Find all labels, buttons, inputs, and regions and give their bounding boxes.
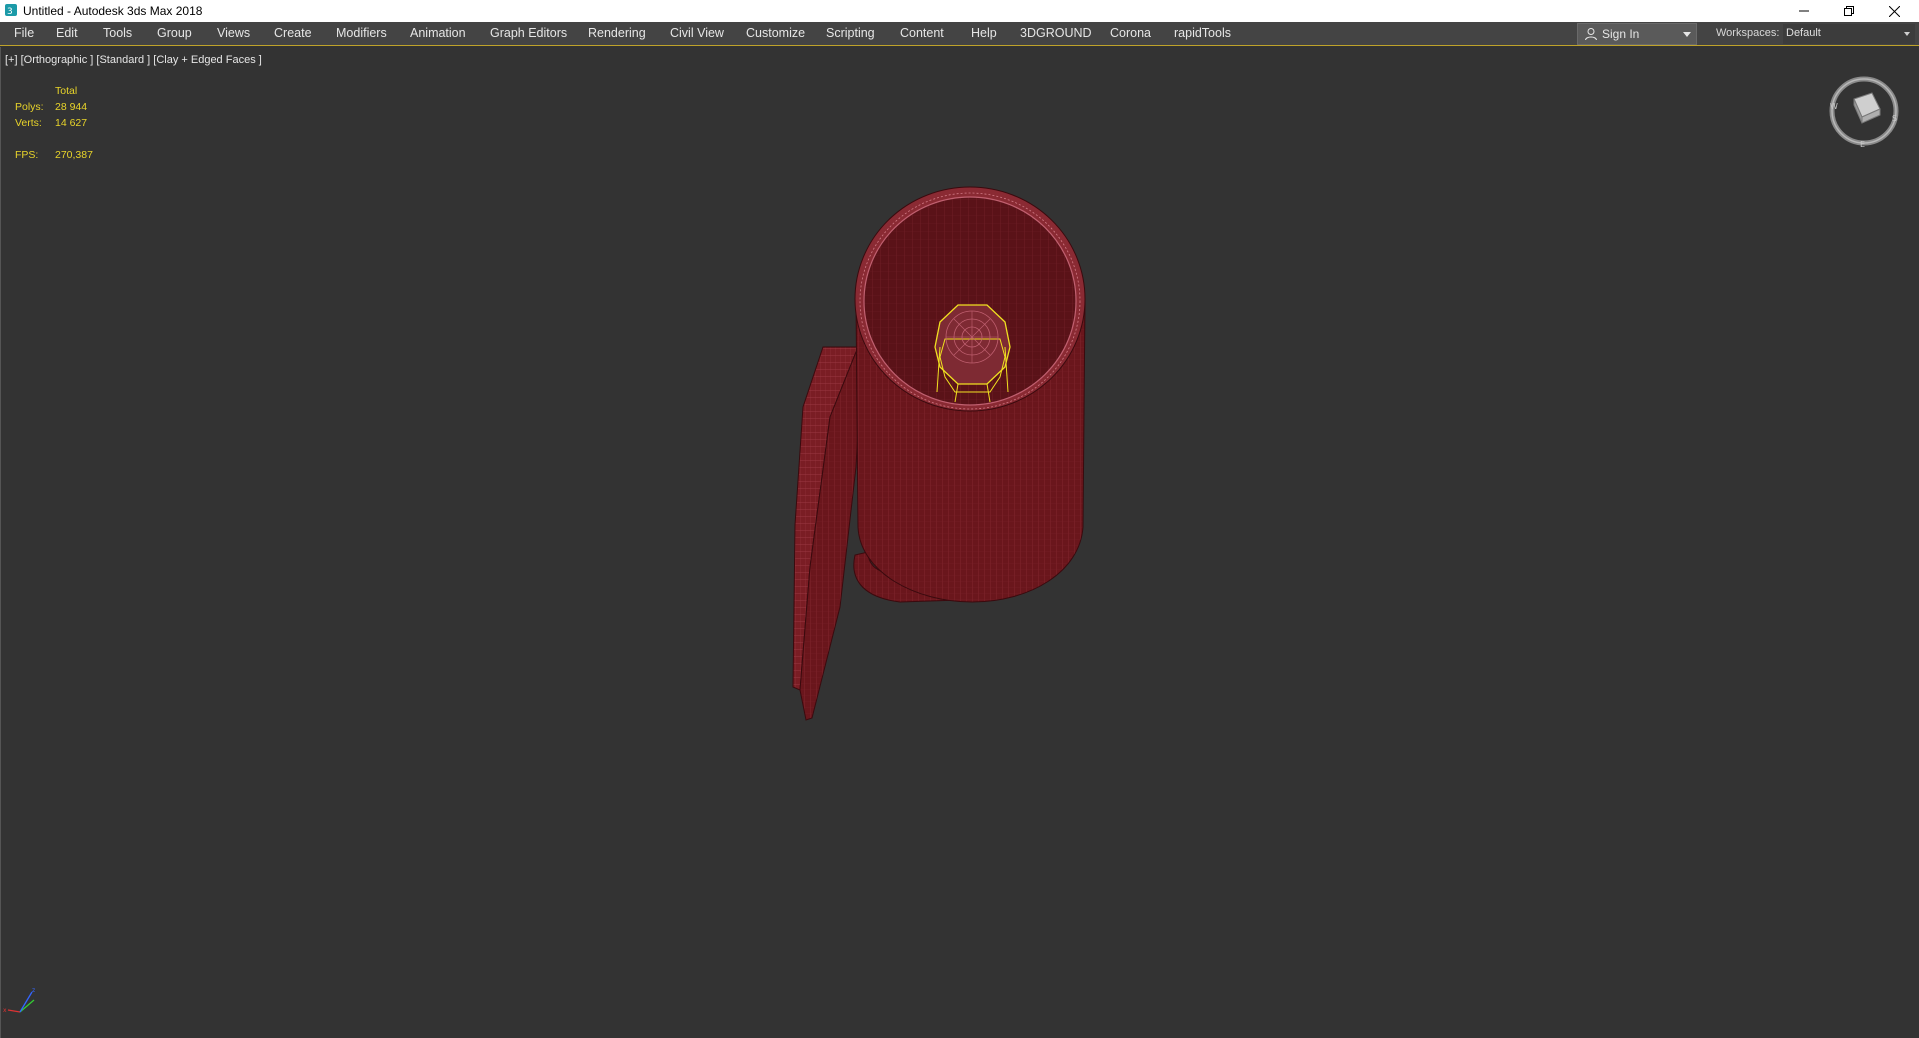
menu-customize[interactable]: Customize: [744, 22, 807, 45]
perspective-viewport[interactable]: [+] [Orthographic ] [Standard ] [Clay + …: [0, 47, 1919, 1038]
3ds-max-icon[interactable]: 3: [4, 3, 18, 17]
minimize-button[interactable]: [1781, 0, 1827, 22]
restore-button[interactable]: [1826, 0, 1872, 22]
menu-rendering[interactable]: Rendering: [586, 22, 648, 45]
svg-text:x: x: [3, 1007, 7, 1014]
svg-text:z: z: [32, 987, 35, 994]
handle-plate[interactable]: [792, 345, 863, 721]
svg-text:W: W: [1830, 102, 1838, 111]
sign-in-label: Sign In: [1602, 27, 1640, 41]
menu-corona[interactable]: Corona: [1108, 22, 1153, 45]
chevron-down-icon: [1904, 32, 1910, 36]
workspaces-value: Default: [1786, 27, 1821, 39]
viewport-border: [0, 47, 1, 1038]
chevron-down-icon: [1683, 32, 1691, 37]
window-title: Untitled - Autodesk 3ds Max 2018: [23, 4, 203, 18]
menu-help[interactable]: Help: [969, 22, 999, 45]
menu-tools[interactable]: Tools: [101, 22, 134, 45]
menu-animation[interactable]: Animation: [408, 22, 468, 45]
svg-text:E: E: [1860, 140, 1865, 149]
cup-body[interactable]: [854, 186, 1086, 603]
axis-tripod-icon: x z: [3, 987, 35, 1014]
menu-file[interactable]: File: [12, 22, 36, 45]
close-button[interactable]: [1871, 0, 1917, 22]
menu-modifiers[interactable]: Modifiers: [334, 22, 389, 45]
sign-in-dropdown[interactable]: Sign In: [1577, 23, 1697, 45]
menu-group[interactable]: Group: [155, 22, 194, 45]
menu-create[interactable]: Create: [272, 22, 314, 45]
user-icon: [1584, 27, 1598, 44]
title-bar: 3 Untitled - Autodesk 3ds Max 2018: [0, 0, 1919, 22]
viewcube-icon[interactable]: W S E: [1826, 73, 1902, 149]
svg-text:3: 3: [7, 7, 13, 17]
menu-views[interactable]: Views: [215, 22, 252, 45]
workspaces-label: Workspaces:: [1716, 27, 1780, 39]
menu-scripting[interactable]: Scripting: [824, 22, 877, 45]
workspaces-dropdown[interactable]: Default: [1783, 24, 1915, 44]
menu-rapidtools[interactable]: rapidTools: [1172, 22, 1233, 45]
menu-bar: File Edit Tools Group Views Create Modif…: [0, 22, 1919, 46]
menu-civil-view[interactable]: Civil View: [668, 22, 726, 45]
svg-text:S: S: [1892, 114, 1897, 123]
menu-graph-editors[interactable]: Graph Editors: [488, 22, 569, 45]
menu-edit[interactable]: Edit: [54, 22, 80, 45]
menu-3dground[interactable]: 3DGROUND: [1018, 22, 1094, 45]
scene-geometry[interactable]: [0, 47, 1919, 1038]
menu-content[interactable]: Content: [898, 22, 946, 45]
